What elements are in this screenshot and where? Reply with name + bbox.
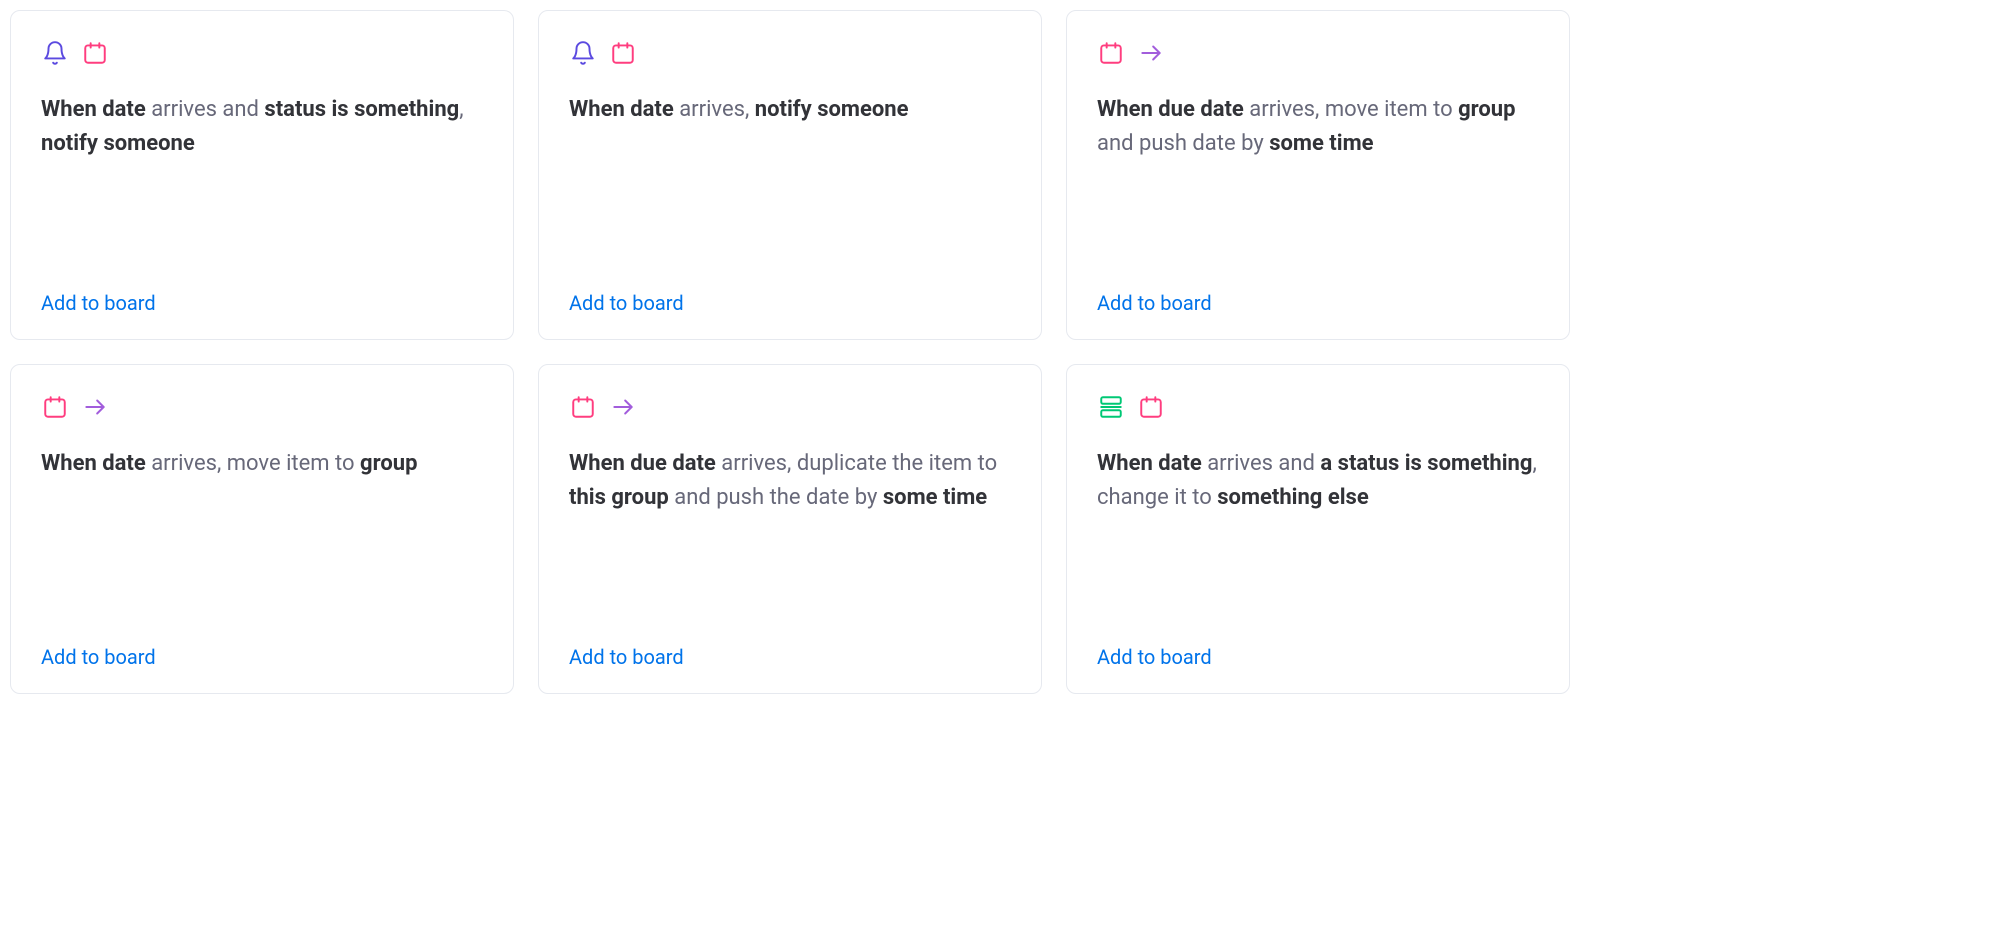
description-token-bold: someone	[817, 97, 908, 122]
description-token-bold: date	[1158, 451, 1201, 476]
calendar-icon	[41, 393, 69, 421]
description-token-bold: something else	[1217, 485, 1369, 510]
card-icons	[41, 393, 483, 421]
description-token-bold: some time	[883, 485, 987, 510]
add-to-board-button[interactable]: Add to board	[1097, 645, 1212, 669]
description-token-bold: some time	[1269, 131, 1373, 156]
description-token-bold: group	[1458, 97, 1515, 122]
description-token-bold: When	[41, 97, 97, 122]
description-token-bold: a status	[1320, 451, 1399, 476]
automation-card[interactable]: When date arrives and a status is someth…	[1066, 364, 1570, 694]
card-description: When date arrives, move item to group	[41, 447, 483, 631]
description-token-bold: due date	[1158, 97, 1244, 122]
arrow-right-icon	[81, 393, 109, 421]
card-icons	[1097, 39, 1539, 67]
description-token-bold: When	[1097, 451, 1153, 476]
description-token-bold: is something	[331, 97, 459, 122]
arrow-right-icon	[1137, 39, 1165, 67]
card-icons	[569, 39, 1011, 67]
description-token-bold: notify	[41, 131, 98, 156]
description-token-bold: When	[569, 451, 625, 476]
description-token-bold: date	[102, 451, 145, 476]
description-token-bold: date	[630, 97, 673, 122]
description-token: arrives, move item to	[1244, 97, 1458, 122]
automation-card[interactable]: When due date arrives, move item to grou…	[1066, 10, 1570, 340]
description-token-bold: group	[360, 451, 417, 476]
card-icons	[41, 39, 483, 67]
bell-icon	[41, 39, 69, 67]
description-token: arrives and	[1202, 451, 1321, 476]
description-token-bold: When	[41, 451, 97, 476]
automation-card[interactable]: When date arrives, move item to group Add…	[10, 364, 514, 694]
description-token-bold: due date	[630, 451, 716, 476]
description-token-bold: is something	[1405, 451, 1533, 476]
add-to-board-button[interactable]: Add to board	[41, 291, 156, 315]
calendar-icon	[609, 39, 637, 67]
add-to-board-button[interactable]: Add to board	[41, 645, 156, 669]
add-to-board-button[interactable]: Add to board	[1097, 291, 1212, 315]
description-token-bold: notify	[755, 97, 812, 122]
card-description: When due date arrives, move item to grou…	[1097, 93, 1539, 277]
card-icons	[1097, 393, 1539, 421]
card-description: When date arrives and status is somethin…	[41, 93, 483, 277]
automation-cards-grid: When date arrives and status is somethin…	[10, 10, 1570, 694]
description-token-bold: status	[264, 97, 326, 122]
description-token-bold: someone	[103, 131, 194, 156]
card-description: When date arrives, notify someone	[569, 93, 1011, 277]
calendar-icon	[1137, 393, 1165, 421]
description-token: arrives and	[146, 97, 265, 122]
automation-card[interactable]: When date arrives, notify someone Add to …	[538, 10, 1042, 340]
automation-card[interactable]: When date arrives and status is somethin…	[10, 10, 514, 340]
description-token: and push date by	[1097, 131, 1269, 156]
bell-icon	[569, 39, 597, 67]
description-token: ,	[459, 97, 463, 122]
calendar-icon	[569, 393, 597, 421]
description-token: and push the date by	[669, 485, 883, 510]
calendar-icon	[1097, 39, 1125, 67]
card-description: When due date arrives, duplicate the ite…	[569, 447, 1011, 631]
card-description: When date arrives and a status is someth…	[1097, 447, 1539, 631]
status-icon	[1097, 393, 1125, 421]
calendar-icon	[81, 39, 109, 67]
description-token: arrives,	[674, 97, 755, 122]
add-to-board-button[interactable]: Add to board	[569, 645, 684, 669]
description-token-bold: this group	[569, 485, 669, 510]
description-token-bold: When	[1097, 97, 1153, 122]
add-to-board-button[interactable]: Add to board	[569, 291, 684, 315]
description-token-bold: When	[569, 97, 625, 122]
description-token: arrives, duplicate the item to	[716, 451, 997, 476]
description-token-bold: date	[102, 97, 145, 122]
arrow-right-icon	[609, 393, 637, 421]
description-token: arrives, move item to	[146, 451, 360, 476]
card-icons	[569, 393, 1011, 421]
automation-card[interactable]: When due date arrives, duplicate the ite…	[538, 364, 1042, 694]
